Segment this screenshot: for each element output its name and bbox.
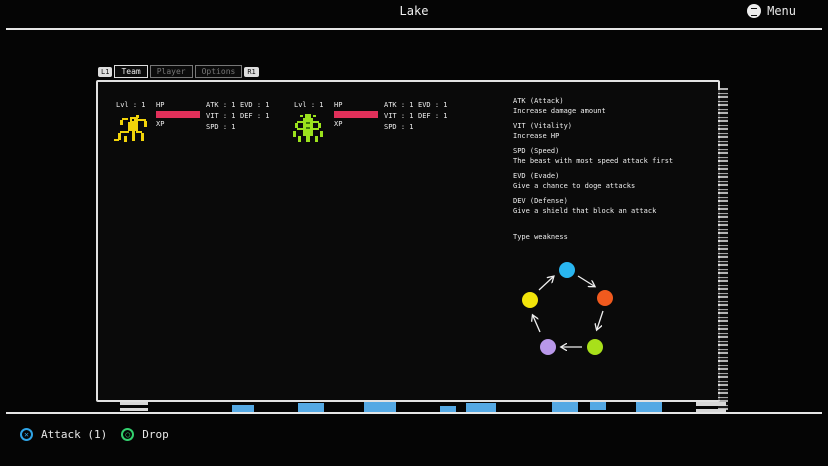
- type-orb-yellow: [522, 292, 538, 308]
- stat-spd: SPD : 1: [384, 123, 414, 131]
- hp-bar: [156, 111, 200, 118]
- tab-bar: L1 Team Player Options R1: [98, 65, 259, 78]
- legend-title: VIT (Vitality): [513, 122, 573, 130]
- type-orb-orange: [597, 290, 613, 306]
- menu-label: Menu: [767, 4, 796, 18]
- beast-card[interactable]: Lvl : 1 HP XP ATK : 1 EVD : 1 VIT : 1 DE…: [114, 100, 276, 160]
- type-orb-purple: [540, 339, 556, 355]
- weakness-arrow: [533, 316, 541, 333]
- weakness-arrow: [577, 275, 594, 286]
- type-weakness-cycle: [522, 262, 613, 355]
- location-title: Lake: [399, 4, 429, 18]
- menu-button[interactable]: Menu: [747, 4, 796, 18]
- stat-def: DEF : 1: [240, 112, 270, 120]
- stat-evd: EVD : 1: [418, 101, 448, 109]
- legend-desc: The beast with most speed attack first: [513, 157, 674, 165]
- spider-beast-sprite: [114, 115, 147, 142]
- circle-button-icon: ○: [121, 428, 135, 441]
- legend-desc: Increase HP: [513, 132, 560, 140]
- xp-label: XP: [156, 120, 165, 128]
- stat-def: DEF : 1: [418, 112, 448, 120]
- legend-desc: Give a chance to doge attacks: [513, 182, 636, 190]
- legend-title: SPD (Speed): [513, 147, 560, 155]
- xp-label: XP: [334, 120, 343, 128]
- l1-bumper-icon: L1: [98, 66, 113, 77]
- type-orb-green: [587, 339, 603, 355]
- legend-desc: Give a shield that block an attack: [513, 207, 657, 215]
- legend-atk: ATK (Attack) Increase damage amount: [513, 96, 673, 116]
- button-hints: ✕ Attack (1) ○ Drop: [20, 428, 169, 441]
- menu-icon: [747, 4, 762, 18]
- legend-desc: Increase damage amount: [513, 107, 606, 115]
- legend-def: DEV (Defense) Give a shield that block a…: [513, 196, 673, 216]
- tab-player[interactable]: Player: [149, 65, 193, 78]
- legend-title: ATK (Attack): [513, 97, 564, 105]
- stat-vit: VIT : 1: [384, 112, 414, 120]
- bottom-divider: [6, 412, 822, 414]
- tab-team[interactable]: Team: [114, 65, 148, 78]
- drop-hint[interactable]: Drop: [142, 428, 169, 441]
- stat-atk: ATK : 1: [206, 101, 236, 109]
- stat-spd: SPD : 1: [206, 123, 236, 131]
- cross-button-icon: ✕: [20, 428, 33, 441]
- stats-legend: ATK (Attack) Increase damage amount VIT …: [513, 96, 673, 242]
- weakness-arrow: [597, 310, 604, 329]
- legend-title: DEV (Defense): [513, 197, 568, 205]
- stat-vit: VIT : 1: [206, 112, 236, 120]
- stat-evd: EVD : 1: [240, 101, 270, 109]
- hp-label: HP: [334, 101, 343, 109]
- beast-card[interactable]: Lvl : 1 HP XP ATK : 1 EVD : 1 VIT : 1 DE…: [293, 100, 454, 160]
- hp-bar: [334, 111, 378, 118]
- top-divider: [6, 28, 822, 30]
- tab-options[interactable]: Options: [194, 65, 243, 78]
- legend-spd: SPD (Speed) The beast with most speed at…: [513, 146, 673, 166]
- type-weakness-label: Type weakness: [513, 233, 568, 241]
- insect-beast-sprite: [293, 114, 323, 142]
- pixel-wall-decoration: [718, 88, 728, 410]
- type-orb-blue: [559, 262, 575, 278]
- beast-level: Lvl : 1: [294, 101, 324, 109]
- top-bar: Lake Menu: [0, 0, 828, 28]
- attack-hint[interactable]: Attack (1): [41, 428, 107, 441]
- hp-label: HP: [156, 101, 165, 109]
- legend-vit: VIT (Vitality) Increase HP: [513, 121, 673, 141]
- legend-evd: EVD (Evade) Give a chance to doge attack…: [513, 171, 673, 191]
- legend-title: EVD (Evade): [513, 172, 560, 180]
- weakness-arrow: [538, 277, 553, 291]
- r1-bumper-icon: R1: [244, 66, 259, 77]
- beast-level: Lvl : 1: [116, 101, 146, 109]
- stat-atk: ATK : 1: [384, 101, 414, 109]
